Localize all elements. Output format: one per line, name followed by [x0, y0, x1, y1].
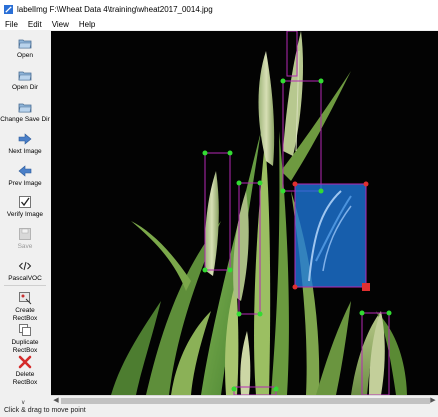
- image-canvas[interactable]: [51, 31, 438, 395]
- menu-help[interactable]: Help: [74, 20, 100, 29]
- scrollbar-thumb[interactable]: [61, 398, 430, 404]
- vertex-handle[interactable]: [318, 188, 324, 194]
- open-label: Open: [17, 52, 33, 59]
- next-image-label: Next Image: [8, 148, 42, 155]
- scroll-left-arrow-icon[interactable]: ◀: [52, 397, 60, 405]
- selected-annotation-box[interactable]: [294, 183, 367, 288]
- save-button[interactable]: Save: [0, 227, 50, 251]
- delete-rectbox-label: Delete RectBox: [12, 371, 38, 386]
- open-dir-button[interactable]: Open Dir: [0, 68, 50, 92]
- horizontal-scrollbar[interactable]: ◀ ▶: [51, 395, 438, 405]
- vertex-handle[interactable]: [280, 188, 286, 194]
- open-dir-icon: [18, 71, 32, 81]
- save-disk-icon: [19, 228, 31, 240]
- status-bar: Click & drag to move point: [0, 405, 438, 417]
- prev-image-label: Prev Image: [8, 180, 42, 187]
- vertex-handle[interactable]: [202, 150, 208, 156]
- labelimg-app-icon: [4, 4, 13, 14]
- wheat-image: [51, 31, 438, 395]
- vertex-handle[interactable]: [236, 311, 242, 317]
- active-vertex-handle[interactable]: [362, 283, 370, 291]
- vertex-handle[interactable]: [318, 78, 324, 84]
- duplicate-rectbox-label: Duplicate RectBox: [11, 339, 39, 354]
- save-label: Save: [17, 243, 33, 250]
- vertex-handle[interactable]: [202, 267, 208, 273]
- create-rectbox-icon: [19, 292, 32, 305]
- menu-bar: File Edit View Help: [0, 18, 438, 30]
- vertex-handle[interactable]: [257, 180, 263, 186]
- open-dir-label: Open Dir: [11, 84, 38, 91]
- vertex-handle[interactable]: [386, 310, 392, 316]
- change-save-dir-button[interactable]: Change Save Dir: [0, 100, 50, 124]
- prev-image-button[interactable]: Prev Image: [0, 164, 50, 188]
- vertex-handle[interactable]: [280, 78, 286, 84]
- selected-vertex-handle[interactable]: [363, 181, 369, 187]
- selected-vertex-handle[interactable]: [292, 284, 298, 290]
- scroll-right-arrow-icon[interactable]: ▶: [429, 397, 437, 405]
- change-save-dir-icon: [18, 103, 32, 113]
- prev-arrow-icon: [18, 165, 32, 177]
- vertex-handle[interactable]: [359, 310, 365, 316]
- status-text: Click & drag to move point: [4, 407, 86, 414]
- vertex-handle[interactable]: [227, 267, 233, 273]
- verify-image-label: Verify Image: [6, 211, 44, 218]
- create-rectbox-button[interactable]: Create RectBox: [0, 291, 50, 323]
- menu-view[interactable]: View: [47, 20, 74, 29]
- change-save-dir-label: Change Save Dir: [0, 116, 50, 123]
- duplicate-icon: [19, 324, 31, 336]
- duplicate-rectbox-button[interactable]: Duplicate RectBox: [0, 323, 50, 355]
- toolbar-separator: [4, 285, 46, 286]
- vertex-handle[interactable]: [273, 386, 279, 392]
- vertex-handle[interactable]: [257, 311, 263, 317]
- window-title: labelImg F:\Wheat Data 4\training\wheat2…: [17, 4, 213, 14]
- left-toolbar: Open Open Dir Change Save Dir Next Image…: [0, 31, 50, 397]
- vertex-handle[interactable]: [236, 180, 242, 186]
- vertex-handle[interactable]: [231, 386, 237, 392]
- delete-rectbox-button[interactable]: Delete RectBox: [0, 355, 50, 387]
- menu-edit[interactable]: Edit: [23, 20, 47, 29]
- title-bar: labelImg F:\Wheat Data 4\training\wheat2…: [0, 0, 438, 18]
- next-image-button[interactable]: Next Image: [0, 132, 50, 156]
- checkbox-check-icon: [19, 196, 31, 208]
- selected-vertex-handle[interactable]: [292, 181, 298, 187]
- menu-file[interactable]: File: [0, 20, 23, 29]
- format-label: PascalVOC: [8, 275, 42, 282]
- create-rectbox-label: Create RectBox: [12, 307, 38, 322]
- next-arrow-icon: [18, 133, 32, 145]
- delete-x-icon: [18, 355, 32, 369]
- format-toggle-button[interactable]: PascalVOC: [0, 259, 50, 283]
- code-tag-icon: [18, 261, 32, 271]
- open-folder-icon: [18, 39, 32, 49]
- vertex-handle[interactable]: [227, 150, 233, 156]
- verify-image-button[interactable]: Verify Image: [0, 195, 50, 219]
- open-button[interactable]: Open: [0, 36, 50, 60]
